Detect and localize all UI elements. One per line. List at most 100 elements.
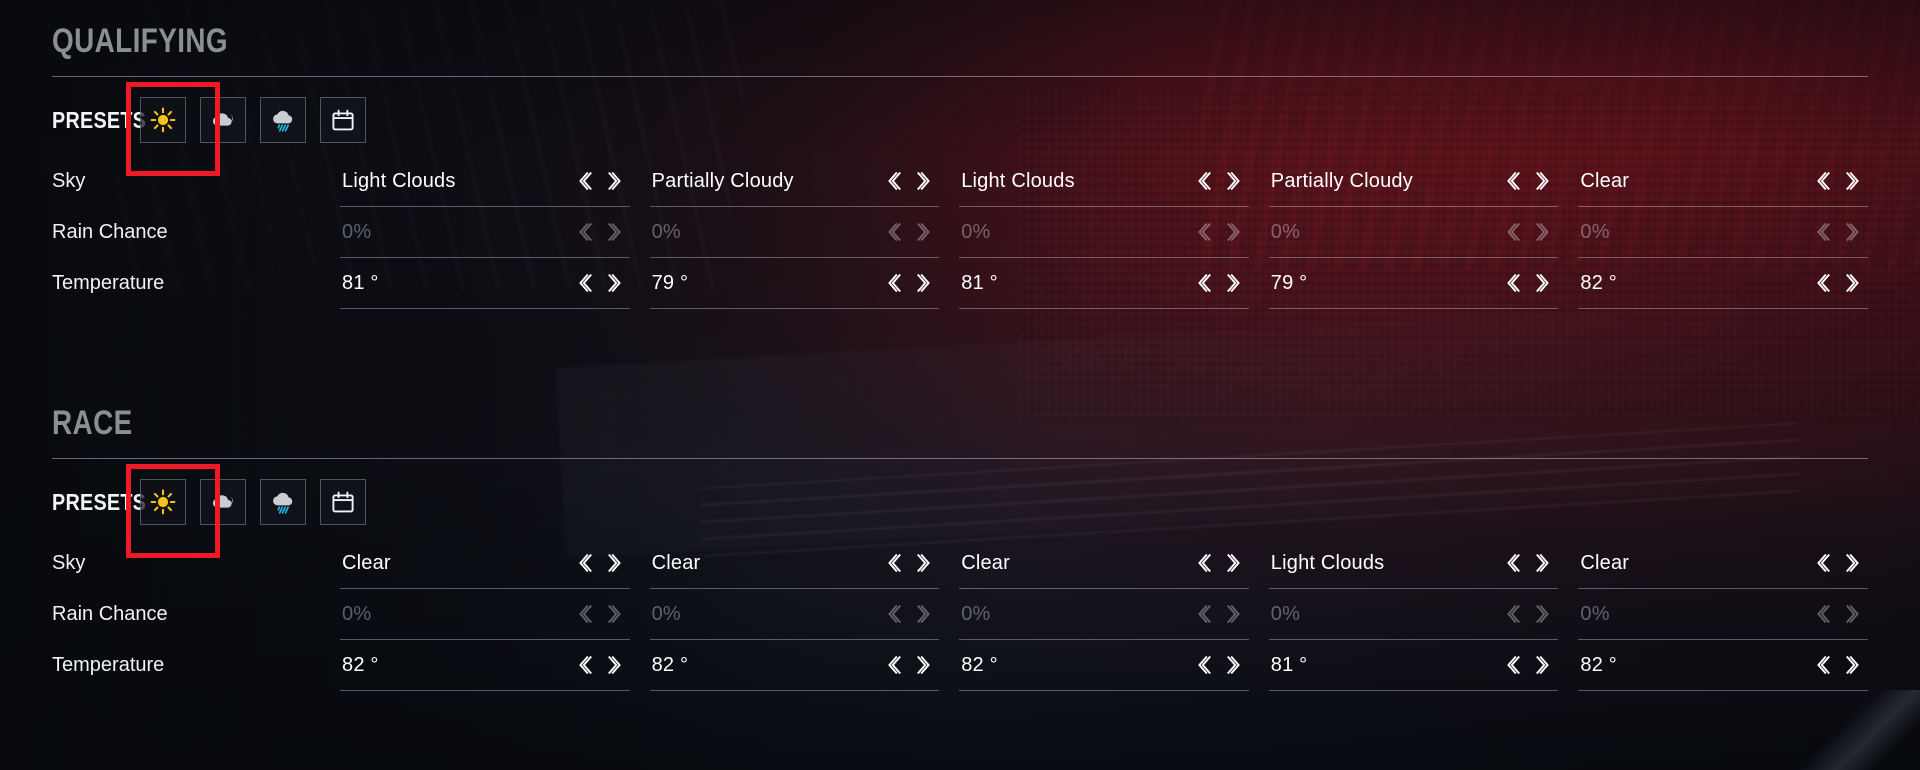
chevron-left-icon[interactable] [574,602,594,626]
chevron-left-icon[interactable] [1812,653,1832,677]
parameter-cell[interactable]: Partially Cloudy [649,156,940,207]
chevron-left-icon[interactable] [1502,220,1522,244]
chevron-left-icon[interactable] [1193,220,1213,244]
chevron-right-icon[interactable] [1225,653,1245,677]
parameter-cell[interactable]: 81 ° [1268,640,1559,691]
chevron-left-icon[interactable] [883,220,903,244]
chevron-left-icon[interactable] [574,653,594,677]
chevron-right-icon[interactable] [1534,653,1554,677]
parameter-cell[interactable]: Clear [1578,156,1868,207]
chevron-right-icon[interactable] [1844,653,1864,677]
parameter-cell[interactable]: Light Clouds [340,156,630,207]
chevron-right-icon[interactable] [606,220,626,244]
chevron-right-icon[interactable] [915,602,935,626]
chevron-left-icon[interactable] [574,220,594,244]
chevron-left-icon[interactable] [1812,271,1832,295]
chevron-right-icon[interactable] [1225,551,1245,575]
parameter-cell[interactable]: 0% [1268,207,1559,258]
parameter-cell[interactable]: Partially Cloudy [1268,156,1559,207]
chevron-right-icon[interactable] [1534,602,1554,626]
chevron-left-icon[interactable] [574,271,594,295]
parameter-cell[interactable]: 0% [649,589,940,640]
parameter-cell[interactable]: 82 ° [649,640,940,691]
chevron-left-icon[interactable] [1812,602,1832,626]
parameter-cell[interactable]: Clear [1578,538,1868,589]
chevron-right-icon[interactable] [1225,602,1245,626]
chevron-left-icon[interactable] [1812,169,1832,193]
parameter-cell[interactable]: Light Clouds [959,156,1249,207]
chevron-right-icon[interactable] [1225,169,1245,193]
chevron-right-icon[interactable] [1844,169,1864,193]
chevron-left-icon[interactable] [1502,271,1522,295]
preset-rain-button[interactable] [260,479,306,525]
chevron-left-icon[interactable] [1812,220,1832,244]
parameter-cell[interactable]: 0% [959,207,1249,258]
parameter-cell[interactable]: 0% [1578,589,1868,640]
parameter-value: Clear [1580,551,1630,574]
chevron-left-icon[interactable] [1502,602,1522,626]
chevron-right-icon[interactable] [1534,271,1554,295]
chevron-left-icon[interactable] [1502,169,1522,193]
chevron-right-icon[interactable] [1844,271,1864,295]
chevron-right-icon[interactable] [1844,551,1864,575]
chevron-right-icon[interactable] [915,169,935,193]
chevron-right-icon[interactable] [1534,220,1554,244]
preset-custom-button[interactable] [320,97,366,143]
chevron-right-icon[interactable] [1534,551,1554,575]
parameter-cell[interactable]: 82 ° [1578,640,1868,691]
parameter-value: Light Clouds [1270,551,1385,574]
chevron-left-icon[interactable] [1812,551,1832,575]
parameter-cell[interactable]: 79 ° [649,258,940,309]
parameter-cell[interactable]: 0% [959,589,1249,640]
chevron-right-icon[interactable] [1225,271,1245,295]
chevron-right-icon[interactable] [915,220,935,244]
chevron-left-icon[interactable] [574,551,594,575]
parameter-cell[interactable]: 81 ° [959,258,1249,309]
chevron-left-icon[interactable] [1193,551,1213,575]
chevron-right-icon[interactable] [915,271,935,295]
parameter-cell[interactable]: 0% [340,207,630,258]
chevron-left-icon[interactable] [1193,169,1213,193]
chevron-left-icon[interactable] [1502,653,1522,677]
parameter-cell[interactable]: 82 ° [340,640,630,691]
parameter-cell[interactable]: Clear [959,538,1249,589]
parameter-cell[interactable]: 0% [1268,589,1559,640]
parameter-cell[interactable]: 79 ° [1268,258,1559,309]
preset-rain-button[interactable] [260,97,306,143]
chevron-left-icon[interactable] [1193,271,1213,295]
chevron-right-icon[interactable] [606,602,626,626]
chevron-right-icon[interactable] [606,551,626,575]
chevron-left-icon[interactable] [1502,551,1522,575]
chevron-right-icon[interactable] [606,271,626,295]
parameter-cell[interactable]: 82 ° [959,640,1249,691]
chevron-right-icon[interactable] [915,551,935,575]
preset-cloudy-button[interactable] [200,479,246,525]
chevron-left-icon[interactable] [883,653,903,677]
preset-clear-button[interactable] [140,97,186,143]
chevron-left-icon[interactable] [1193,602,1213,626]
parameter-cell[interactable]: 82 ° [1578,258,1868,309]
parameter-cell[interactable]: 81 ° [340,258,630,309]
preset-clear-button[interactable] [140,479,186,525]
parameter-cell[interactable]: 0% [340,589,630,640]
chevron-right-icon[interactable] [606,653,626,677]
chevron-right-icon[interactable] [606,169,626,193]
chevron-right-icon[interactable] [915,653,935,677]
parameter-cell[interactable]: Clear [340,538,630,589]
parameter-cell[interactable]: Clear [649,538,940,589]
chevron-left-icon[interactable] [883,551,903,575]
parameter-cell[interactable]: Light Clouds [1268,538,1559,589]
preset-custom-button[interactable] [320,479,366,525]
chevron-left-icon[interactable] [883,602,903,626]
preset-cloudy-button[interactable] [200,97,246,143]
chevron-left-icon[interactable] [883,271,903,295]
parameter-cell[interactable]: 0% [1578,207,1868,258]
chevron-right-icon[interactable] [1844,602,1864,626]
chevron-left-icon[interactable] [883,169,903,193]
chevron-right-icon[interactable] [1534,169,1554,193]
chevron-left-icon[interactable] [1193,653,1213,677]
chevron-left-icon[interactable] [574,169,594,193]
chevron-right-icon[interactable] [1225,220,1245,244]
chevron-right-icon[interactable] [1844,220,1864,244]
parameter-cell[interactable]: 0% [649,207,940,258]
